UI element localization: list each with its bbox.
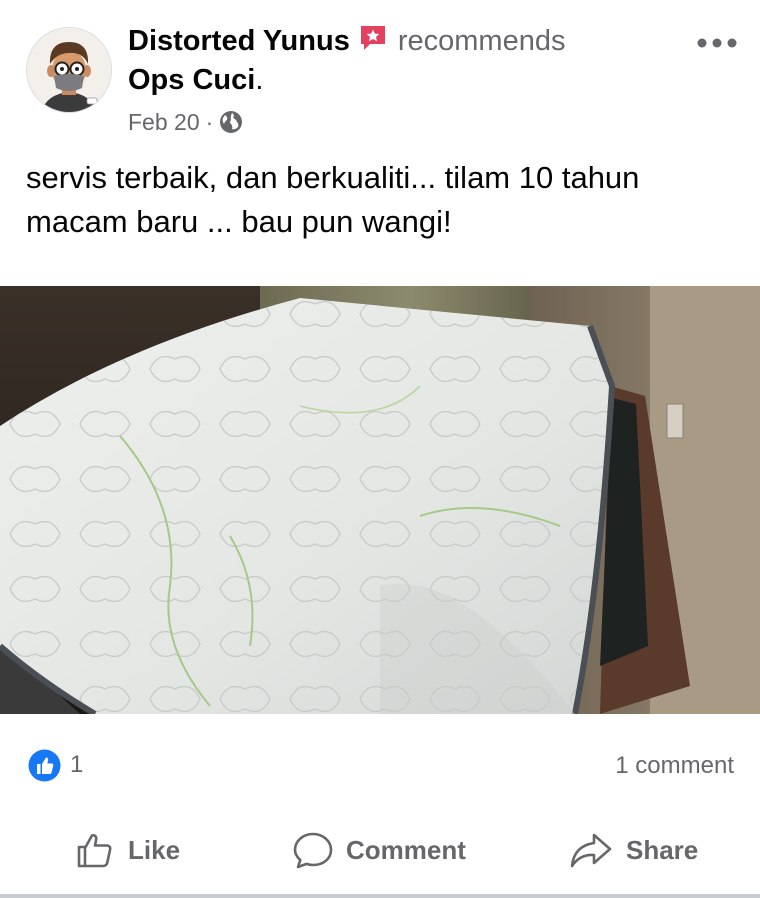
share-button[interactable]: Share [568,820,698,880]
post-actions-bar: Like Comment Share [0,820,760,880]
recommendation-post: Distorted Yunus recommends Ops Cuci. Feb… [0,0,760,898]
post-date[interactable]: Feb 20 [128,109,200,135]
reactions-summary[interactable]: 1 [28,748,83,782]
author-avatar[interactable] [26,27,112,113]
meta-separator: · [205,109,214,135]
recommended-page-name[interactable]: Ops Cuci [128,64,255,96]
post-text-line-1: servis terbaik, dan berkualiti... tilam … [26,160,640,195]
like-count: 1 [70,751,84,778]
comment-count[interactable]: 1 comment [615,750,734,782]
globe-icon [219,110,243,134]
like-button[interactable]: Like [74,820,180,880]
post-photo[interactable] [0,286,760,714]
more-options-button[interactable] [694,30,740,56]
comment-bubble-icon [293,832,333,869]
author-line: Distorted Yunus recommends [128,22,565,60]
recommended-page-line: Ops Cuci. [128,61,263,99]
post-text-line-2: macam baru ... bau pun wangi! [26,204,452,239]
recommends-label: recommends [397,25,566,57]
mattress-photo [0,286,760,714]
comment-button-label: Comment [346,834,466,865]
share-arrow-icon [570,833,612,868]
recommendation-badge-icon [358,23,388,53]
like-button-label: Like [128,834,181,865]
author-name[interactable]: Distorted Yunus [128,25,350,57]
avatar-illustration [27,28,111,112]
post-text: servis terbaik, dan berkualiti... tilam … [26,156,736,244]
page-suffix: . [255,64,264,96]
thumbs-up-icon [77,834,112,868]
comment-button[interactable]: Comment [292,820,466,880]
post-bottom-divider [0,894,760,898]
share-button-label: Share [626,834,699,865]
like-reaction-icon [28,749,61,782]
more-dots-icon [697,38,737,48]
post-meta: Feb 20 · [128,106,243,138]
